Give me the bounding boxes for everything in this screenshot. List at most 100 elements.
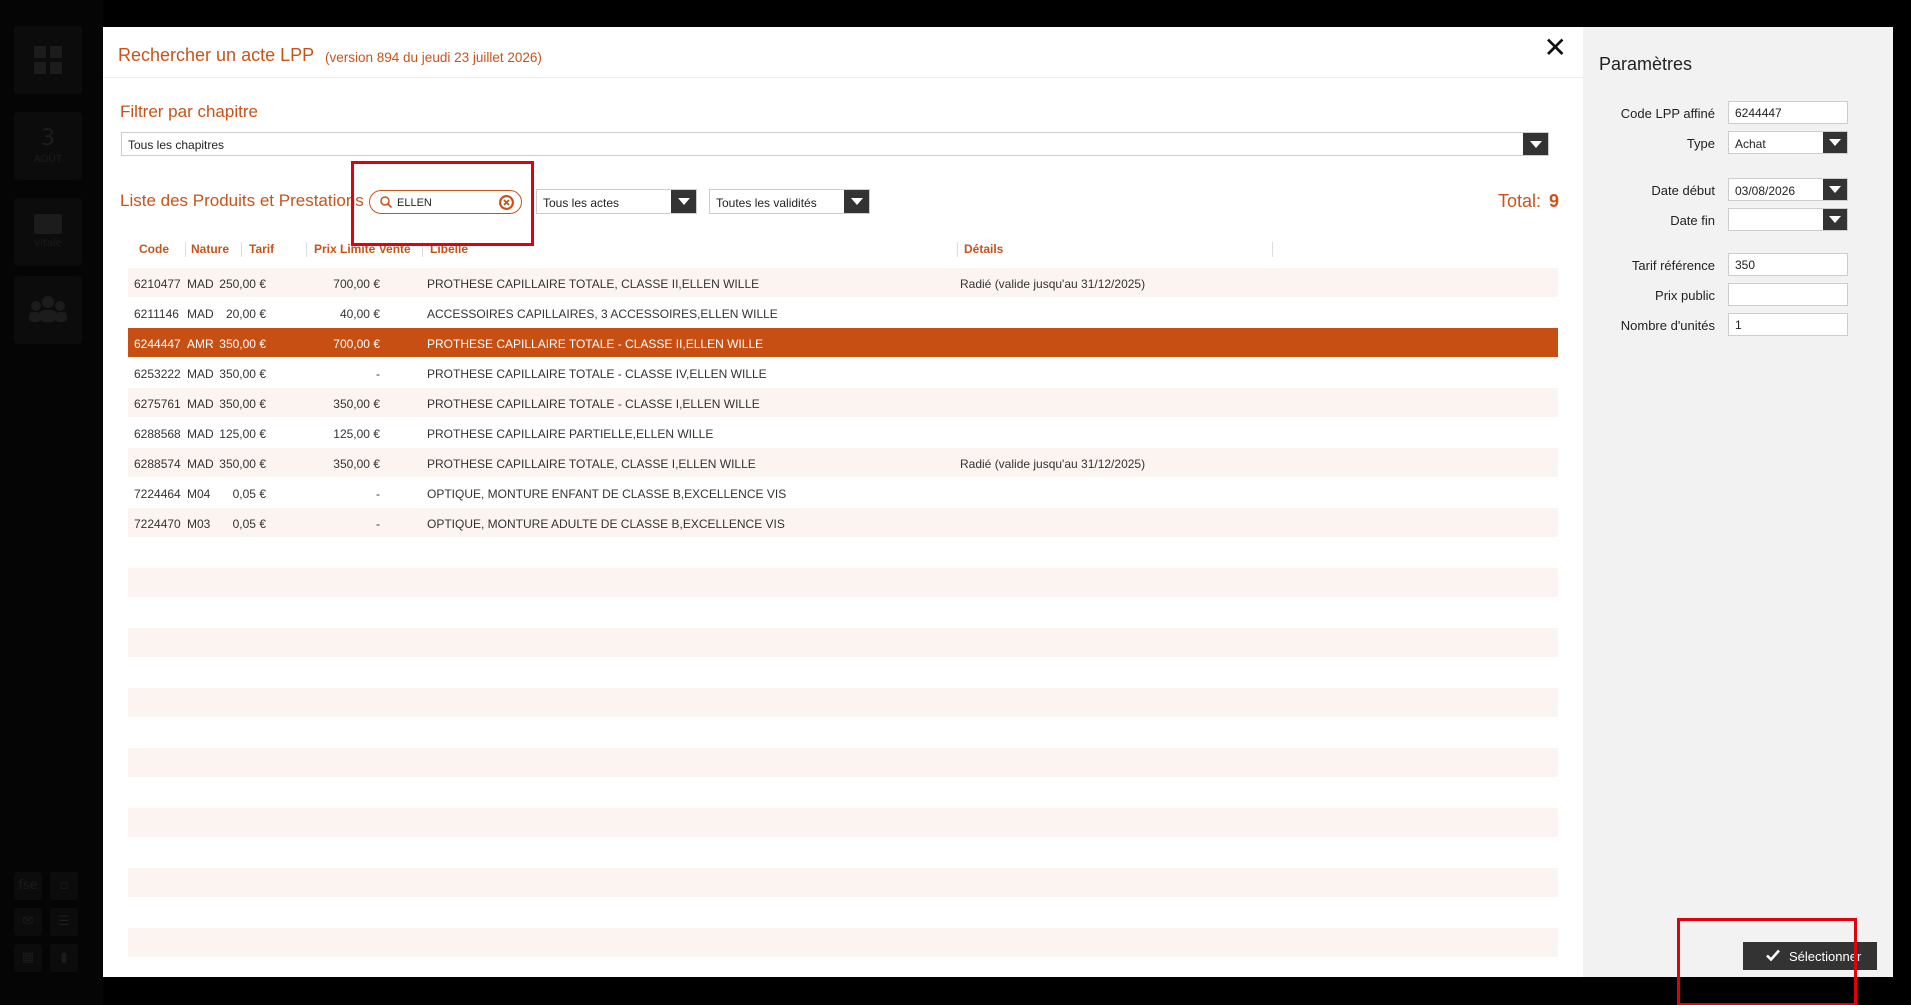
col-separator (185, 242, 186, 257)
check-icon (1766, 949, 1780, 962)
table-row[interactable]: 6211146 MAD 20,00 € 40,00 € ACCESSOIRES CAPI… (128, 298, 1558, 328)
stats-icon: ▮ (50, 944, 78, 972)
cell-prix-limite: 125,00 € (333, 427, 380, 441)
cell-code: 6275761 (134, 397, 181, 411)
prix-public-input[interactable] (1728, 283, 1848, 306)
table-row[interactable]: 7224464 M04 0,05 € - OPTIQUE, MONTURE ENFANT… (128, 478, 1558, 508)
nombre-unites-input[interactable] (1728, 313, 1848, 336)
code-lpp-input[interactable] (1728, 101, 1848, 124)
col-separator (306, 242, 307, 257)
date-debut-value: 03/08/2026 (1735, 184, 1796, 198)
empty-row (128, 568, 1558, 598)
search-input[interactable] (397, 194, 497, 211)
col-prix-limite[interactable]: Prix Limite Vente (314, 242, 411, 256)
cell-details: Radié (valide jusqu'au 31/12/2025) (960, 457, 1146, 471)
close-icon[interactable]: ✕ (1544, 34, 1567, 62)
cell-tarif: 0,05 € (232, 487, 266, 501)
cell-libelle: ACCESSOIRES CAPILLAIRES, 3 ACCESSOIRES,E… (427, 307, 778, 321)
cell-code: 6211146 (134, 307, 179, 321)
col-nature[interactable]: Nature (191, 242, 229, 256)
cell-nature: MAD (187, 277, 214, 291)
cell-nature: M04 (187, 487, 211, 501)
chevron-down-icon[interactable] (844, 190, 869, 213)
cell-details: Radié (valide jusqu'au 31/12/2025) (960, 277, 1146, 291)
select-button-label: Sélectionner (1789, 949, 1862, 964)
cell-prix-limite: - (376, 517, 380, 531)
cell-libelle: PROTHESE CAPILLAIRE TOTALE - CLASSE IV,E… (427, 367, 767, 381)
actes-select[interactable]: Tous les actes (536, 189, 697, 214)
cell-code: 7224470 (134, 517, 181, 531)
search-box[interactable] (369, 190, 522, 214)
filter-title: Filtrer par chapitre (120, 102, 258, 121)
cell-prix-limite: 40,00 € (339, 307, 380, 321)
cell-libelle: PROTHESE CAPILLAIRE TOTALE, CLASSE I,ELL… (427, 457, 756, 471)
table-row[interactable]: 6244447 AMR 350,00 € 700,00 € PROTHESE CAPIL… (128, 328, 1558, 358)
cell-tarif: 250,00 € (219, 277, 266, 291)
tarif-reference-label: Tarif référence (1631, 258, 1715, 273)
cell-tarif: 0,05 € (232, 517, 266, 531)
table-row[interactable]: 6288574 MAD 350,00 € 350,00 € PROTHESE CAPIL… (128, 448, 1558, 478)
cell-libelle: PROTHESE CAPILLAIRE TOTALE, CLASSE II,EL… (427, 277, 760, 291)
type-select[interactable]: Achat (1728, 131, 1848, 154)
date-debut-picker[interactable]: 03/08/2026 (1728, 178, 1848, 201)
actes-select-value: Tous les actes (543, 196, 620, 210)
empty-row (128, 628, 1558, 658)
cell-code: 7224464 (134, 487, 181, 501)
col-separator (241, 242, 242, 257)
empty-row (128, 748, 1558, 778)
cell-tarif: 350,00 € (219, 397, 266, 411)
chevron-down-icon[interactable] (671, 190, 696, 213)
col-separator (422, 242, 423, 257)
chevron-down-icon[interactable] (1823, 132, 1847, 153)
nombre-unites-label: Nombre d'unités (1620, 318, 1715, 333)
fse-icon: fse (14, 872, 42, 900)
patients-icon (14, 276, 82, 344)
date-fin-picker[interactable] (1728, 208, 1848, 231)
cell-prix-limite: 700,00 € (333, 337, 380, 351)
dashboard-icon (14, 26, 82, 94)
chevron-down-icon[interactable] (1523, 133, 1548, 155)
col-libelle[interactable]: Libellé (430, 242, 468, 256)
validity-select[interactable]: Toutes les validités (709, 189, 870, 214)
table-row[interactable]: 6288568 MAD 125,00 € 125,00 € PROTHESE CAPIL… (128, 418, 1558, 448)
cell-code: 6244447 (134, 337, 181, 351)
cell-tarif: 350,00 € (219, 367, 266, 381)
cell-nature: MAD (187, 457, 214, 471)
chevron-down-icon[interactable] (1823, 209, 1847, 230)
col-details[interactable]: Détails (964, 242, 1003, 256)
col-tarif[interactable]: Tarif (249, 242, 274, 256)
cell-libelle: OPTIQUE, MONTURE ENFANT DE CLASSE B,EXCE… (427, 487, 787, 501)
results-table: Code Nature Tarif Prix Limite Vente Libe… (128, 232, 1558, 958)
table-row[interactable]: 6253222 MAD 350,00 € - PROTHESE CAPILLAIRE T… (128, 358, 1558, 388)
table-row[interactable]: 7224470 M03 0,05 € - OPTIQUE, MONTURE ADULTE… (128, 508, 1558, 538)
cell-code: 6253222 (134, 367, 181, 381)
tarif-reference-input[interactable] (1728, 253, 1848, 276)
document-icon: ▫ (50, 872, 78, 900)
calendar-tile: 3 AOÛT (14, 112, 82, 180)
background-sidebar: 3 AOÛT vitale fse ▫ ✉ ☰ ▦ ▮ (0, 0, 103, 1005)
table-row[interactable]: 6275761 MAD 350,00 € 350,00 € PROTHESE CAPIL… (128, 388, 1558, 418)
chevron-down-icon[interactable] (1823, 179, 1847, 200)
total-count: Total: 9 (1498, 191, 1559, 212)
cell-code: 6288568 (134, 427, 181, 441)
total-label: Total: (1497, 191, 1541, 211)
select-button[interactable]: Sélectionner (1743, 942, 1877, 970)
table-row[interactable]: 6210477 MAD 250,00 € 700,00 € PROTHESE CAPIL… (128, 268, 1558, 298)
empty-row (128, 928, 1558, 958)
empty-row (128, 538, 1558, 568)
table-header: Code Nature Tarif Prix Limite Vente Libe… (128, 232, 1558, 268)
clear-search-icon[interactable] (498, 194, 515, 211)
dialog-title: Rechercher un acte LPP (118, 45, 315, 65)
total-value: 9 (1548, 191, 1559, 211)
mail-icon: ✉ (14, 908, 42, 936)
cell-tarif: 350,00 € (219, 457, 266, 471)
col-code[interactable]: Code (139, 242, 169, 256)
empty-row (128, 718, 1558, 748)
cell-nature: MAD (187, 397, 214, 411)
cell-nature: MAD (187, 367, 214, 381)
list-title: Liste des Produits et Prestations (120, 191, 364, 210)
cell-tarif: 125,00 € (219, 427, 266, 441)
cell-code: 6210477 (134, 277, 181, 291)
chapter-select[interactable]: Tous les chapitres (121, 132, 1549, 156)
cell-libelle: OPTIQUE, MONTURE ADULTE DE CLASSE B,EXCE… (427, 517, 785, 531)
